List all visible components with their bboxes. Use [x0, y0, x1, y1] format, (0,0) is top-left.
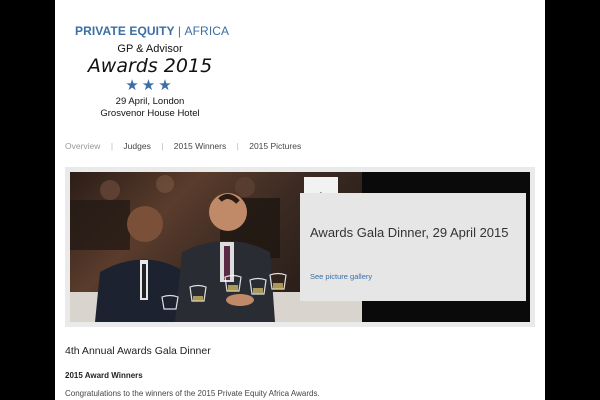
hero-caption: Awards Gala Dinner, 29 April 2015 See pi… [300, 193, 526, 301]
logo-date: 29 April, London [115, 96, 185, 107]
section-nav: Overview | Judges | 2015 Winners | 2015 … [65, 141, 301, 151]
nav-divider: | [236, 141, 239, 151]
nav-item-2015-pictures[interactable]: 2015 Pictures [249, 141, 301, 151]
hero-caption-title: Awards Gala Dinner, 29 April 2015 [310, 225, 509, 240]
section-heading: 4th Annual Awards Gala Dinner [65, 345, 211, 357]
nav-divider: | [110, 141, 114, 151]
page-container: PRIVATE EQUITY | AFRICA GP & Advisor Awa… [55, 0, 545, 400]
logo-brand-separator: | [177, 24, 182, 38]
logo-brand-region: AFRICA [184, 24, 230, 38]
hero-slide[interactable]: 10 Awards Gala Dinner, 29 April 2015 See… [70, 172, 530, 322]
nav-divider: | [161, 141, 164, 151]
nav-item-2015-winners[interactable]: 2015 Winners [174, 141, 226, 151]
logo-awards-title: Awards 2015 [87, 55, 213, 77]
congratulations-text: Congratulations to the winners of the 20… [65, 389, 320, 398]
event-logo[interactable]: PRIVATE EQUITY | AFRICA GP & Advisor Awa… [75, 24, 229, 120]
nav-item-judges[interactable]: Judges [123, 141, 150, 151]
nav-item-overview[interactable]: Overview [65, 141, 100, 151]
logo-brand-name: PRIVATE EQUITY [75, 24, 175, 38]
picture-gallery-link[interactable]: See picture gallery [310, 272, 372, 281]
logo-subtitle: GP & Advisor [117, 43, 183, 55]
section-subheading: 2015 Award Winners [65, 371, 143, 380]
star-icon: ★★★ [125, 77, 175, 94]
hero-banner: 10 Awards Gala Dinner, 29 April 2015 See… [65, 167, 535, 327]
logo-brand: PRIVATE EQUITY | AFRICA [75, 24, 229, 38]
logo-venue: Grosvenor House Hotel [100, 108, 200, 119]
